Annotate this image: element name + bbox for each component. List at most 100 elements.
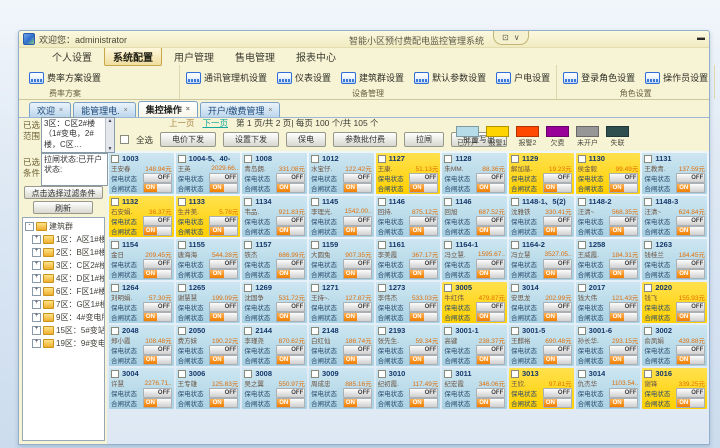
scroll-up-icon[interactable]: ▲ [108,118,113,125]
power-protect-toggle[interactable]: OFF [476,345,505,355]
switch-status-toggle[interactable]: ON [676,183,705,193]
switch-status-toggle[interactable]: ON [343,183,372,193]
toggle-off[interactable]: OFF [624,346,638,354]
room-checkbox[interactable] [378,241,386,249]
power-protect-toggle[interactable]: OFF [609,302,638,312]
toggle-off[interactable]: OFF [557,174,571,182]
toggle-on[interactable]: ON [544,399,558,407]
menu-item-用户管理[interactable]: 用户管理 [165,47,223,66]
power-protect-toggle[interactable]: OFF [543,216,572,226]
room-card[interactable]: 3009周成忠885.16元保电状态OFF合闸状态ON [309,368,374,409]
room-card[interactable]: 2148白红仙186.74元保电状态OFF合闸状态ON [309,325,374,366]
room-card[interactable]: 3001-6孙长华.293.15元保电状态OFF合闸状态ON [576,325,641,366]
toggle-on[interactable]: ON [344,184,358,192]
toggle-off[interactable]: OFF [557,217,571,225]
power-protect-toggle[interactable]: OFF [543,388,572,398]
menu-item-售电管理[interactable]: 售电管理 [226,47,284,66]
switch-status-toggle[interactable]: ON [676,269,705,279]
room-checkbox[interactable] [111,327,119,335]
toggle-off[interactable]: OFF [557,389,571,397]
toggle-off[interactable]: OFF [357,346,371,354]
room-card[interactable]: 3016谢锋339.25元保电状态OFF合闸状态ON [642,368,707,409]
toggle-on[interactable]: ON [144,356,158,364]
toggle-on[interactable]: ON [610,313,624,321]
toggle-off[interactable]: OFF [290,260,304,268]
toggle-off[interactable]: OFF [424,174,438,182]
room-checkbox[interactable] [578,284,586,292]
switch-status-toggle[interactable]: ON [276,183,305,193]
toggle-off[interactable]: OFF [357,217,371,225]
switch-status-toggle[interactable]: ON [276,355,305,365]
toggle-on[interactable]: ON [544,356,558,364]
switch-status-toggle[interactable]: ON [543,183,572,193]
tree-item[interactable]: +6区：F区1#楼（F区.. [23,285,104,298]
power-protect-toggle[interactable]: OFF [143,388,172,398]
next-page-link[interactable]: 下一页 [203,117,229,129]
toggle-off[interactable]: OFF [224,346,238,354]
power-protect-toggle[interactable]: OFF [676,388,705,398]
power-protect-toggle[interactable]: OFF [609,216,638,226]
switch-status-toggle[interactable]: ON [409,269,438,279]
room-card[interactable]: 1129解加基.19.23元保电状态OFF合闸状态ON [509,153,574,194]
tree-item[interactable]: +15区：5#变站（3#.. [23,324,104,337]
power-protect-toggle[interactable]: OFF [409,345,438,355]
room-card[interactable]: 3006王专雄125.83元保电状态OFF合闸状态ON [176,368,241,409]
toggle-off[interactable]: OFF [157,303,171,311]
tab-欢迎[interactable]: 欢迎× [29,102,71,117]
tree-item[interactable]: +9区：4#变电所（4#.. [23,311,104,324]
power-protect-toggle[interactable]: OFF [276,302,305,312]
toggle-on[interactable]: ON [677,270,691,278]
expand-icon[interactable]: + [32,235,41,244]
room-card[interactable]: 1265谢慧慧199.09元保电状态OFF合闸状态ON [176,282,241,323]
power-protect-toggle[interactable]: OFF [276,345,305,355]
room-checkbox[interactable] [311,284,319,292]
toggle-on[interactable]: ON [410,313,424,321]
toggle-on[interactable]: ON [677,227,691,235]
menu-item-个人设置[interactable]: 个人设置 [43,47,101,66]
room-card[interactable]: 3010纪初霞.117.49元保电状态OFF合闸状态ON [376,368,441,409]
power-protect-toggle[interactable]: OFF [276,388,305,398]
expand-icon[interactable]: + [32,261,41,270]
toggle-off[interactable]: OFF [624,174,638,182]
room-card[interactable]: 1134韦品.921.83元保电状态OFF合闸状态ON [242,196,307,237]
room-card[interactable]: 1132石安娟.36.37元保电状态OFF合闸状态ON [109,196,174,237]
tab-能管理电.[interactable]: 能管理电.× [73,102,136,117]
toolbar-button-拉闸[interactable]: 拉闸 [404,132,444,147]
switch-status-toggle[interactable]: ON [676,355,705,365]
toggle-on[interactable]: ON [610,270,624,278]
toggle-on[interactable]: ON [277,313,291,321]
ribbon-button-费率方案设置[interactable]: 费率方案设置 [29,71,101,84]
switch-status-toggle[interactable]: ON [609,355,638,365]
tree-root[interactable]: -建筑群 [23,220,104,233]
ribbon-button-户电设置[interactable]: 户电设置 [496,71,550,84]
tab-集控操作[interactable]: 集控操作× [138,101,198,117]
room-checkbox[interactable] [244,198,252,206]
switch-status-toggle[interactable]: ON [143,269,172,279]
power-protect-toggle[interactable]: OFF [209,302,238,312]
close-icon[interactable]: × [59,107,63,114]
power-protect-toggle[interactable]: OFF [609,259,638,269]
room-card[interactable]: 1127王康.51.13元保电状态OFF合闸状态ON [376,153,441,194]
switch-status-toggle[interactable]: ON [409,355,438,365]
toggle-off[interactable]: OFF [357,389,371,397]
power-protect-toggle[interactable]: OFF [143,173,172,183]
switch-status-toggle[interactable]: ON [543,269,572,279]
toggle-off[interactable]: OFF [290,174,304,182]
room-card[interactable]: 1003王安春148.94元保电状态OFF合闸状态ON [109,153,174,194]
switch-status-toggle[interactable]: ON [609,398,638,408]
ribbon-button-仪表设置[interactable]: 仪表设置 [277,71,331,84]
room-checkbox[interactable] [644,370,652,378]
tree-item[interactable]: +1区：A区1#楼 [23,233,104,246]
tree-item[interactable]: +19区：9#变电站（9.. [23,337,104,350]
room-card[interactable]: 1164-1冯立慧.1595.67..保电状态OFF合闸状态ON [442,239,507,280]
switch-status-toggle[interactable]: ON [676,312,705,322]
room-checkbox[interactable] [644,284,652,292]
room-checkbox[interactable] [178,370,186,378]
toggle-off[interactable]: OFF [357,303,371,311]
power-protect-toggle[interactable]: OFF [343,388,372,398]
room-checkbox[interactable] [578,155,586,163]
power-protect-toggle[interactable]: OFF [343,259,372,269]
power-protect-toggle[interactable]: OFF [476,388,505,398]
room-checkbox[interactable] [311,198,319,206]
toggle-off[interactable]: OFF [424,217,438,225]
